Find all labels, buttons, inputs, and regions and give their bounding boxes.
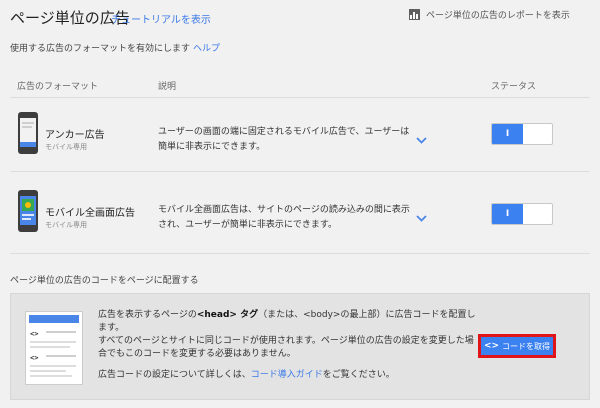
enable-formats-text: 使用する広告のフォーマットを有効にします ヘルプ — [10, 41, 220, 54]
format-name: アンカー広告 — [45, 130, 105, 141]
expand-row-button[interactable] — [415, 208, 428, 227]
enable-formats-label: 使用する広告のフォーマットを有効にします — [10, 44, 191, 54]
tutorial-link[interactable]: チュートリアルを表示 — [111, 11, 211, 26]
placement-instructions: 広告を表示するページの<head> タグ（または、<body>の最上部）に広告コ… — [98, 309, 478, 382]
code-page-illustration: <> <> — [25, 311, 83, 389]
placement-title: ページ単位の広告のコードをページに配置する — [10, 276, 199, 286]
format-name: モバイル全画面広告 — [45, 208, 135, 219]
divider — [10, 253, 590, 254]
report-link-label: ページ単位の広告のレポートを表示 — [426, 11, 570, 21]
code-guide-link[interactable]: コード導入ガイド — [251, 370, 323, 380]
format-sub: モバイル専用 — [45, 143, 87, 151]
format-description: モバイル全画面広告は、サイトのページの読み込みの間に表示され、ユーザーが簡単に非… — [158, 205, 410, 230]
placement-line-1: 広告を表示するページの<head> タグ（または、<body>の最上部）に広告コ… — [98, 309, 478, 361]
text: 広告コードの設定について詳しくは、 — [98, 370, 251, 380]
format-description: ユーザーの画面の端に固定されるモバイル広告で、ユーザーは簡単に非表示にできます。 — [158, 127, 410, 152]
chevron-down-icon — [416, 215, 427, 222]
phone-anchor-icon — [17, 112, 39, 158]
column-header-description: 説明 — [158, 82, 177, 92]
code-icon: <> — [483, 341, 500, 351]
status-toggle-fullscreen[interactable]: I — [491, 203, 553, 225]
svg-text:<>: <> — [30, 354, 38, 362]
format-sub: モバイル専用 — [45, 221, 87, 229]
format-fullscreen: モバイル全画面広告 モバイル専用 — [45, 204, 135, 230]
bar-chart-icon — [409, 9, 420, 20]
text: をご覧ください。 — [322, 370, 395, 380]
get-code-label: コードを取得 — [502, 341, 551, 351]
get-code-button[interactable]: <> コードを取得 — [478, 334, 556, 358]
head-tag: <head> タグ — [196, 310, 259, 320]
format-anchor: アンカー広告 モバイル専用 — [45, 126, 105, 152]
toggle-on: I — [492, 124, 523, 144]
text: 広告を表示するページの — [98, 310, 197, 320]
chevron-down-icon — [416, 137, 427, 144]
text: （または、 — [258, 310, 304, 320]
placement-line-3: 広告コードの設定について詳しくは、コード導入ガイドをご覧ください。 — [98, 369, 478, 382]
divider — [10, 97, 590, 98]
divider — [10, 171, 590, 172]
report-link[interactable]: ページ単位の広告のレポートを表示 — [409, 8, 570, 21]
column-header-format: 広告のフォーマット — [17, 82, 99, 92]
phone-fullscreen-icon — [17, 190, 39, 236]
placement-line-2: すべてのページとサイトに同じコードが使用されます。ページ単位の広告の設定を変更し… — [98, 336, 474, 359]
body-tag: <body> — [303, 310, 341, 320]
help-link[interactable]: ヘルプ — [193, 44, 220, 54]
status-toggle-anchor[interactable]: I — [491, 123, 553, 145]
column-header-status: ステータス — [491, 82, 537, 92]
expand-row-button[interactable] — [415, 130, 428, 149]
svg-text:<>: <> — [30, 330, 38, 338]
toggle-on: I — [492, 204, 523, 224]
